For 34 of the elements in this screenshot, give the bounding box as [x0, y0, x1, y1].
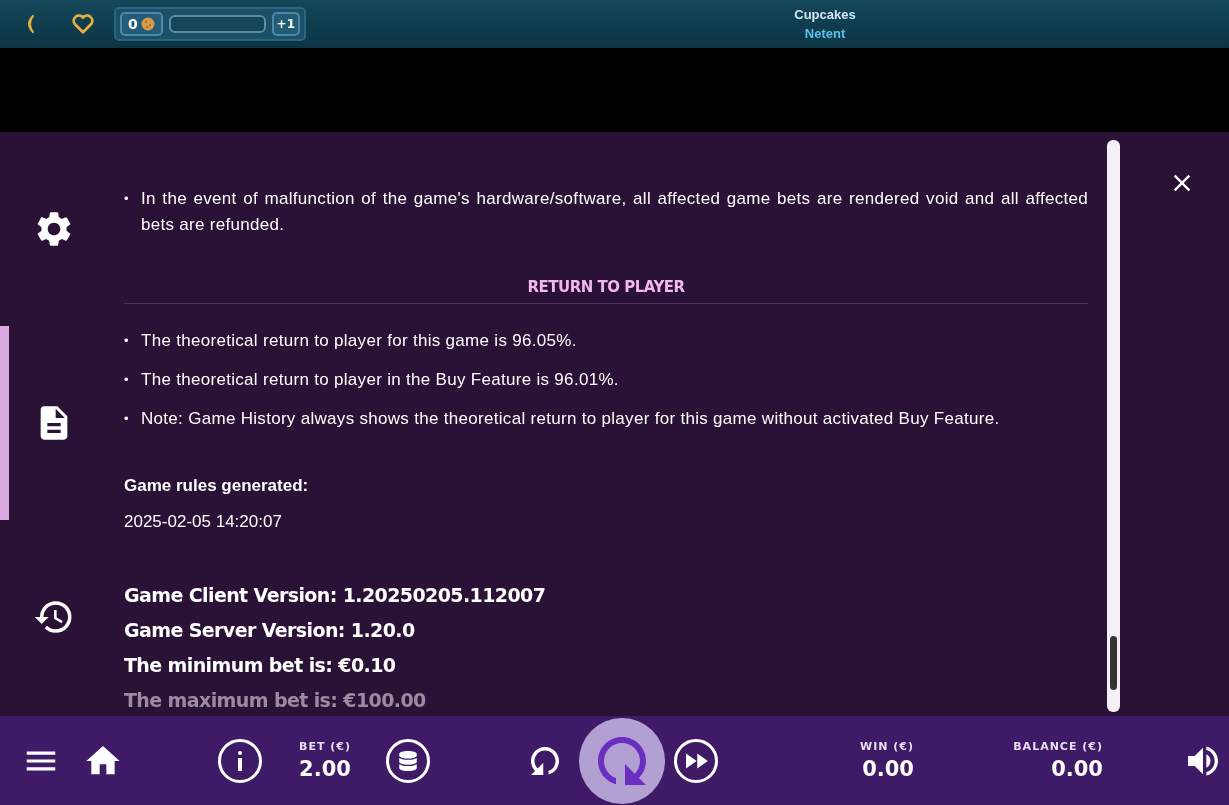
info-line: Game Client Version: 1.20250205.112007: [124, 583, 546, 608]
section-title: RETURN TO PLAYER: [527, 278, 685, 296]
bullet-mark: •: [124, 371, 130, 389]
info-button[interactable]: [218, 738, 262, 783]
rule-item: In the event of malfunction of the game's hardware/software, all affected game bets are rendered void and all affected bets are refunded.: [141, 188, 1088, 236]
bonus-label: +1: [271, 12, 300, 36]
win-value: 0.00: [862, 757, 914, 781]
win-label: WIN (€): [860, 740, 914, 753]
info-line: Game Server Version: 1.20.0: [124, 618, 415, 643]
generated-label: Game rules generated:: [124, 476, 310, 496]
generated-date: 2025-02-05 14:20:07: [124, 512, 283, 532]
bullet-mark: •: [124, 332, 130, 350]
bullet-mark: •: [124, 190, 130, 208]
coin-count: 0: [128, 16, 138, 32]
bet-coins-button[interactable]: [386, 738, 430, 783]
heart-icon[interactable]: [72, 14, 94, 34]
balance-value: 0.00: [1051, 757, 1103, 781]
bet-value: 2.00: [299, 757, 351, 781]
bullet-mark: •: [124, 410, 130, 428]
scrollbar[interactable]: [1107, 140, 1120, 712]
coin-stack-icon: [398, 750, 418, 771]
fast-forward-button[interactable]: [674, 738, 718, 783]
scrollbar-thumb[interactable]: [1110, 636, 1117, 690]
rule-item: The theoretical return to player in the Buy Feature is 96.01%.: [141, 369, 620, 391]
info-icon: [238, 750, 242, 771]
info-line: The maximum bet is: €100.00: [124, 688, 426, 713]
cookie-icon: [140, 17, 155, 31]
rule-item: The theoretical return to player for this game is 96.05%.: [141, 330, 578, 352]
balance-label: BALANCE (€): [1013, 740, 1103, 753]
game-provider: Netent: [804, 26, 846, 41]
game-title: Cupcakes: [794, 7, 856, 22]
info-line: The minimum bet is: €0.10: [124, 653, 396, 678]
rule-item: Note: Game History always shows the theoretical return to player for this game without activated Buy Feature.: [141, 408, 1001, 430]
bet-label: BET (€): [299, 740, 351, 753]
